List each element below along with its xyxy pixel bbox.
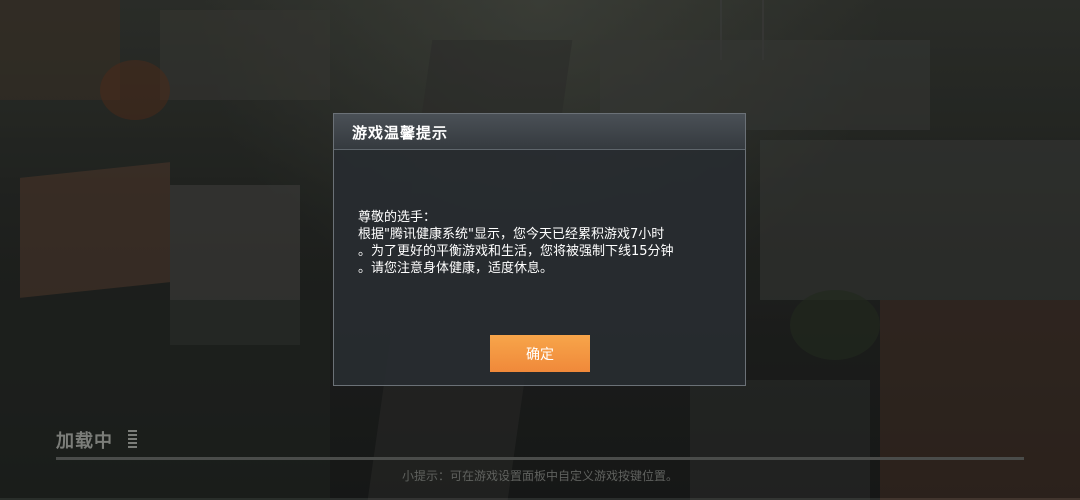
dialog-message: 尊敬的选手： 根据"腾讯健康系统"显示，您今天已经累积游戏7小时 。为了更好的平… [358,209,728,277]
message-line: 。请您注意身体健康，适度休息。 [358,261,554,276]
dialog-title: 游戏温馨提示 [352,124,449,142]
loading-label: 加载中 [56,431,113,452]
loading-progress-bar [56,457,1024,460]
loading-indicator-icon [128,430,137,448]
message-line: 。为了更好的平衡游戏和生活，您将被强制下线15分钟 [358,244,674,259]
message-line: 根据"腾讯健康系统"显示，您今天已经累积游戏7小时 [358,227,665,242]
dialog-header: 游戏温馨提示 [334,114,745,150]
health-reminder-dialog: 游戏温馨提示 尊敬的选手： 根据"腾讯健康系统"显示，您今天已经累积游戏7小时 … [333,113,746,386]
loading-tip: 小提示：可在游戏设置面板中自定义游戏按键位置。 [401,469,678,483]
message-line: 尊敬的选手： [358,210,437,225]
confirm-button[interactable]: 确定 [490,335,590,372]
